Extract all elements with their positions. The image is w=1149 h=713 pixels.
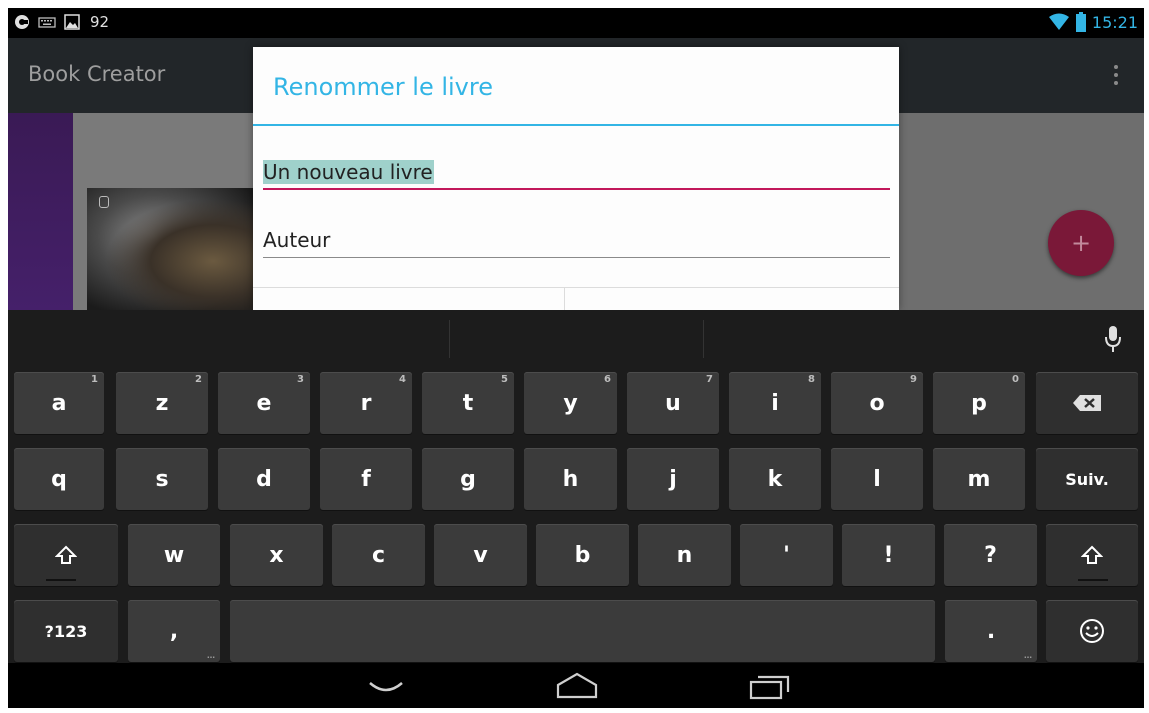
dialog-title-divider	[253, 124, 899, 126]
recent-apps-icon[interactable]	[748, 672, 792, 700]
backspace-icon	[1073, 395, 1101, 411]
status-number: 92	[90, 13, 110, 31]
dialog-title: Renommer le livre	[273, 73, 493, 101]
key-m[interactable]: m	[933, 448, 1025, 510]
key-o[interactable]: o9	[831, 372, 923, 434]
status-left-icons: 92	[14, 13, 109, 31]
app-title: Book Creator	[28, 62, 166, 86]
emoji-key[interactable]	[1046, 600, 1138, 662]
back-icon[interactable]	[366, 671, 406, 699]
key-k[interactable]: k	[729, 448, 821, 510]
key-comma[interactable]: ,…	[128, 600, 220, 662]
key-x[interactable]: x	[230, 524, 323, 586]
author-field[interactable]: Auteur	[263, 222, 890, 258]
author-underline	[263, 257, 890, 258]
shift-key-right[interactable]	[1046, 524, 1138, 586]
key-y[interactable]: y6	[524, 372, 617, 434]
dialog-left-button[interactable]	[253, 288, 563, 310]
key-w[interactable]: w	[128, 524, 220, 586]
key-l[interactable]: l	[831, 448, 923, 510]
key-s[interactable]: s	[116, 448, 208, 510]
app-circle-icon	[15, 15, 29, 29]
book-badge-icon	[99, 196, 109, 208]
shift-indicator	[46, 579, 76, 581]
shift-indicator	[1078, 579, 1108, 581]
image-icon	[64, 14, 80, 30]
key-question[interactable]: ?	[944, 524, 1037, 586]
navigation-bar	[8, 663, 1144, 708]
key-e[interactable]: e3	[218, 372, 310, 434]
key-b[interactable]: b	[536, 524, 629, 586]
key-exclamation[interactable]: !	[842, 524, 935, 586]
device-screen: 92 15:21 Book Creator + Renommer le livr…	[8, 8, 1144, 708]
key-p[interactable]: p0	[933, 372, 1025, 434]
add-book-fab[interactable]: +	[1048, 210, 1114, 276]
status-clock: 15:21	[1091, 12, 1138, 32]
book-title-underline	[263, 188, 890, 190]
shift-key-left[interactable]	[14, 524, 118, 586]
suggestion-strip	[8, 310, 1144, 367]
key-period[interactable]: .…	[945, 600, 1037, 662]
wifi-icon	[1048, 13, 1069, 30]
microphone-icon[interactable]	[1104, 324, 1122, 354]
key-v[interactable]: v	[434, 524, 527, 586]
key-g[interactable]: g	[422, 448, 514, 510]
key-u[interactable]: u7	[627, 372, 719, 434]
status-right-icons: 15:21	[1048, 12, 1138, 32]
shift-icon	[1081, 545, 1103, 564]
key-t[interactable]: t5	[422, 372, 514, 434]
key-r[interactable]: r4	[320, 372, 412, 434]
key-f[interactable]: f	[320, 448, 412, 510]
key-d[interactable]: d	[218, 448, 310, 510]
key-h[interactable]: h	[524, 448, 617, 510]
backspace-key[interactable]	[1036, 372, 1138, 434]
key-j[interactable]: j	[627, 448, 719, 510]
book-title-value: Un nouveau livre	[263, 160, 434, 184]
key-apostrophe[interactable]: '	[740, 524, 833, 586]
author-value: Auteur	[263, 228, 331, 252]
rename-book-dialog: Renommer le livre Un nouveau livre Auteu…	[253, 47, 899, 310]
key-q[interactable]: q	[14, 448, 104, 510]
home-icon[interactable]	[555, 671, 599, 701]
key-a[interactable]: a1	[14, 372, 104, 434]
shift-icon	[55, 545, 77, 564]
plus-icon: +	[1070, 229, 1092, 257]
key-i[interactable]: i8	[729, 372, 821, 434]
next-key[interactable]: Suiv.	[1036, 448, 1138, 510]
book-title-field[interactable]: Un nouveau livre	[263, 154, 890, 190]
book-cover-thumbnail[interactable]	[87, 188, 257, 310]
battery-icon	[1075, 12, 1086, 32]
smiley-icon	[1080, 619, 1104, 643]
soft-keyboard: a1 z2 e3 r4 t5 y6 u7 i8 o9 p0 q s d f g …	[8, 310, 1144, 663]
suggestion-separator	[449, 320, 450, 358]
dialog-right-button[interactable]	[564, 288, 899, 310]
space-key[interactable]	[230, 600, 935, 662]
key-z[interactable]: z2	[116, 372, 208, 434]
suggestion-separator	[703, 320, 704, 358]
book-spine-strip	[8, 113, 73, 310]
key-c[interactable]: c	[332, 524, 425, 586]
keyboard-icon	[38, 17, 56, 28]
key-n[interactable]: n	[638, 524, 731, 586]
overflow-menu-icon[interactable]	[1106, 60, 1126, 90]
symbols-key[interactable]: ?123	[14, 600, 118, 662]
status-bar: 92 15:21	[8, 8, 1144, 38]
